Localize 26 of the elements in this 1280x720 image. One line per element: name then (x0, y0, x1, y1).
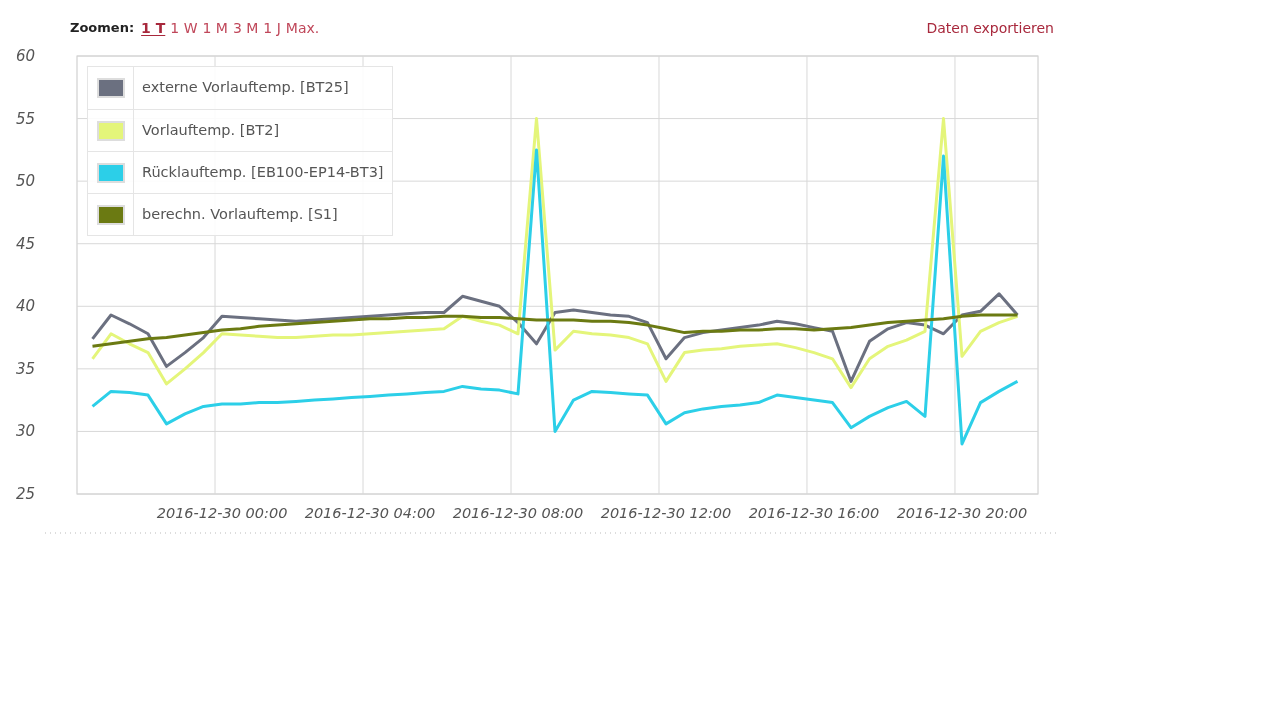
x-axis-label: 2016-12-30 04:00 (304, 505, 436, 521)
y-axis-label: 55 (16, 109, 36, 128)
zoom-label: Zoomen: (70, 19, 135, 38)
y-axis-label: 50 (16, 172, 36, 191)
y-axis-label: 40 (16, 297, 36, 316)
x-axis-label: 2016-12-30 00:00 (156, 505, 288, 521)
zoom-option[interactable]: 3 M (232, 17, 259, 39)
x-axis-label: 2016-12-30 12:00 (600, 505, 732, 521)
zoom-option[interactable]: 1 T (141, 17, 166, 39)
zoom-option[interactable]: 1 J (263, 17, 281, 39)
zoom-option[interactable]: 1 M (202, 17, 228, 39)
y-axis-label: 60 (16, 47, 36, 65)
y-axis-label: 30 (16, 422, 36, 441)
x-axis-label: 2016-12-30 20:00 (896, 505, 1028, 521)
x-axis-label: 2016-12-30 08:00 (452, 505, 584, 521)
y-axis-label: 25 (16, 485, 36, 503)
legend-item[interactable]: Rücklauftemp. [EB100-EP14-BT3] (134, 152, 392, 193)
x-axis-label: 2016-12-30 16:00 (748, 505, 880, 521)
y-axis-label: 35 (16, 359, 36, 378)
y-axis-label: 45 (16, 234, 36, 253)
zoom-option[interactable]: 1 W (170, 17, 198, 39)
export-link[interactable]: Daten exportieren (926, 17, 1054, 39)
legend-item[interactable]: berechn. Vorlauftemp. [S1] (134, 194, 346, 235)
legend-item[interactable]: externe Vorlauftemp. [BT25] (134, 67, 357, 109)
legend-item[interactable]: Vorlauftemp. [BT2] (134, 110, 288, 151)
zoom-option[interactable]: Max. (285, 17, 320, 39)
